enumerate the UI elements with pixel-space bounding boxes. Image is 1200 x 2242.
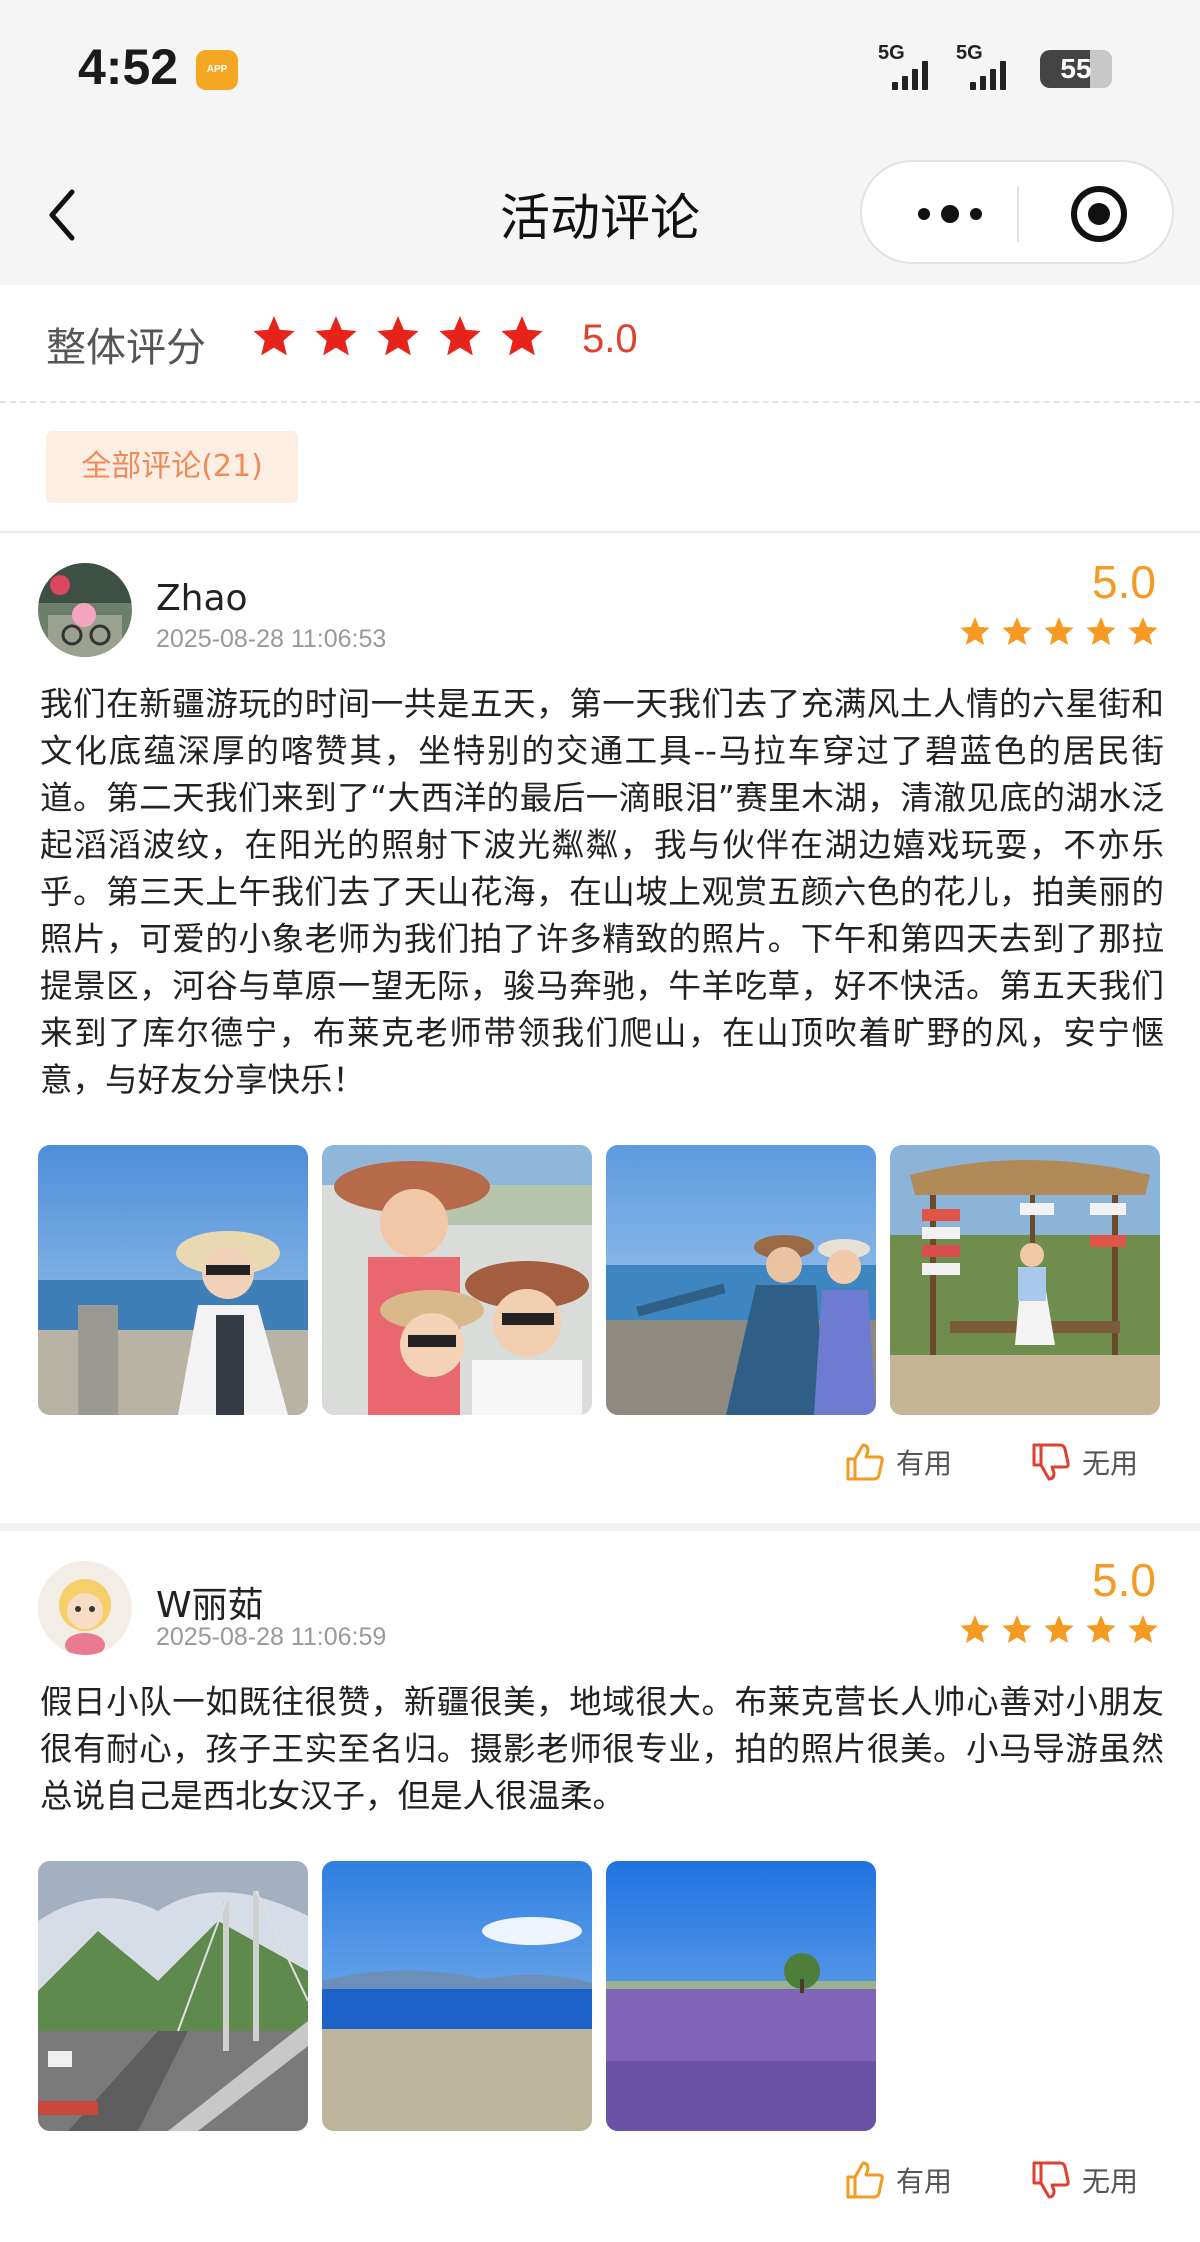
- review-stars: [958, 1613, 1160, 1647]
- star-icon: [1044, 617, 1074, 646]
- star-icon: [1086, 617, 1116, 646]
- star-icon: [377, 316, 419, 356]
- app-notification-icon: APP: [196, 50, 238, 90]
- review-actions: 有用 无用: [844, 1441, 1138, 1483]
- thumb-up-icon: [846, 1443, 884, 1481]
- status-bar: 4:52 APP 5G 5G 55: [0, 0, 1200, 140]
- star-icon: [960, 617, 990, 646]
- review-card: Zhao 2025-08-28 11:06:53 5.0 我们在新疆游玩的时间一…: [0, 533, 1200, 1523]
- battery-level: 55: [1060, 53, 1092, 84]
- star-icon: [501, 316, 543, 356]
- review-photos: [38, 1145, 1160, 1415]
- status-time: 4:52: [78, 39, 179, 95]
- star-icon: [1002, 617, 1032, 646]
- review-date: 2025-08-28 11:06:59: [156, 1623, 387, 1651]
- review-photos: [38, 1861, 876, 2131]
- target-circle-icon: [1071, 186, 1127, 242]
- useful-button[interactable]: 有用: [844, 1441, 952, 1483]
- star-icon: [1128, 617, 1158, 646]
- review-score: 5.0: [1092, 1554, 1156, 1606]
- review-stars: [958, 615, 1160, 649]
- star-icon: [315, 316, 357, 356]
- useless-label: 无用: [1081, 2165, 1138, 2198]
- avatar[interactable]: [38, 563, 132, 657]
- review-separator: [0, 1523, 1200, 1531]
- review-content: 我们在新疆游玩的时间一共是五天，第一天我们去了充满风土人情的六星街和文化底蕴深厚…: [40, 685, 1164, 1099]
- review-actions: 有用 无用: [844, 2159, 1138, 2201]
- useless-button[interactable]: 无用: [1030, 2159, 1138, 2201]
- review-photo[interactable]: [606, 1145, 876, 1415]
- review-card: W丽茹 2025-08-28 11:06:59 5.0 假日小队一如既往很赞，新…: [0, 1531, 1200, 2242]
- star-icon: [1044, 1615, 1074, 1644]
- review-score: 5.0: [1092, 556, 1156, 608]
- battery-icon: 55: [1040, 50, 1112, 88]
- star-icon: [1128, 1615, 1158, 1644]
- thumb-down-icon: [1032, 2161, 1070, 2199]
- review-photo[interactable]: [38, 1861, 308, 2131]
- review-photo[interactable]: [606, 1861, 876, 2131]
- review-photo[interactable]: [322, 1861, 592, 2131]
- overall-rating: 整体评分 5.0: [0, 285, 1200, 403]
- review-date: 2025-08-28 11:06:53: [156, 625, 387, 653]
- thumb-up-icon: [846, 2161, 884, 2199]
- star-icon: [960, 1615, 990, 1644]
- overall-stars: [250, 313, 546, 361]
- reviewer-name: W丽茹: [156, 1585, 264, 1626]
- overall-rating-label: 整体评分: [46, 325, 206, 371]
- reviewer-name: Zhao: [156, 578, 248, 619]
- more-dots-icon: [918, 205, 982, 223]
- capsule-divider: [1017, 186, 1019, 242]
- review-photo[interactable]: [38, 1145, 308, 1415]
- star-icon: [253, 316, 295, 356]
- filter-tab-all[interactable]: 全部评论(21): [46, 431, 298, 503]
- overall-score: 5.0: [582, 317, 638, 361]
- review-photo[interactable]: [890, 1145, 1160, 1415]
- review-filter-bar: 全部评论(21): [0, 403, 1200, 533]
- star-icon: [439, 316, 481, 356]
- review-photo[interactable]: [322, 1145, 592, 1415]
- thumb-down-icon: [1032, 1443, 1070, 1481]
- more-button[interactable]: [910, 196, 990, 232]
- mini-program-capsule: [860, 160, 1174, 264]
- star-icon: [1002, 1615, 1032, 1644]
- avatar[interactable]: [38, 1561, 132, 1655]
- review-content: 假日小队一如既往很赞，新疆很美，地域很大。布莱克营长人帅心善对小朋友很有耐心，孩…: [40, 1683, 1164, 1815]
- close-button[interactable]: [1069, 184, 1129, 244]
- useless-label: 无用: [1081, 1447, 1138, 1480]
- useful-label: 有用: [895, 2165, 952, 2198]
- star-icon: [1086, 1615, 1116, 1644]
- nav-bar: 活动评论: [0, 140, 1200, 285]
- useful-button[interactable]: 有用: [844, 2159, 952, 2201]
- useful-label: 有用: [895, 1447, 952, 1480]
- useless-button[interactable]: 无用: [1030, 1441, 1138, 1483]
